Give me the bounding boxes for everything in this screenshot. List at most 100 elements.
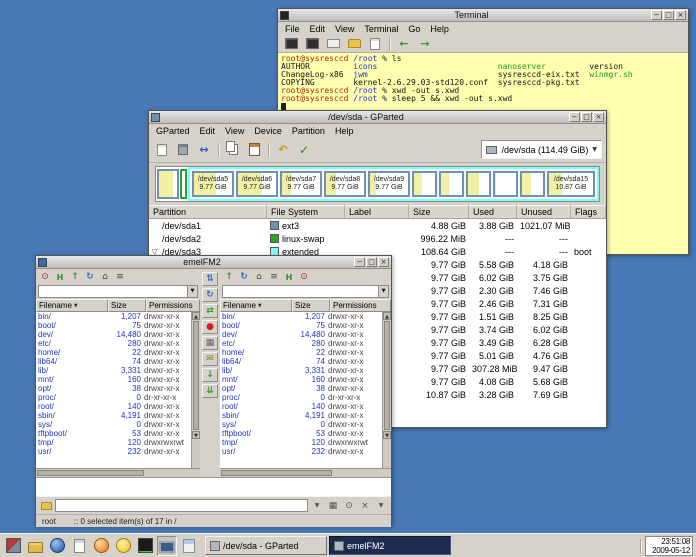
partition-block-sda6[interactable]: /dev/sda69.77 GiB: [236, 171, 278, 197]
find-icon[interactable]: ⊙: [297, 271, 311, 284]
file-row-mnt[interactable]: mnt/160drwxr-xr-x: [220, 375, 382, 384]
column-header-size[interactable]: Size: [292, 299, 330, 312]
menu-item-terminal[interactable]: Terminal: [359, 24, 403, 34]
file-row-usr[interactable]: usr/232drwxr-xr-x: [220, 447, 382, 456]
file-list-right[interactable]: bin/1,207drwxr-xr-xboot/75drwxr-xr-xdev/…: [220, 312, 382, 468]
close-button[interactable]: ×: [378, 257, 389, 267]
scroll-down-icon[interactable]: ▼: [383, 431, 391, 439]
file-row-tftpboot[interactable]: tftpboot/53drwxr-xr-x: [36, 429, 191, 438]
menu-item-edit[interactable]: Edit: [305, 24, 331, 34]
menu-item-help[interactable]: Help: [425, 24, 454, 34]
file-row-proc[interactable]: proc/0dr-xr-xr-x: [36, 393, 191, 402]
browser-icon[interactable]: [47, 536, 67, 556]
file-row-sys[interactable]: sys/0drwxr-xr-x: [220, 420, 382, 429]
file-row-boot[interactable]: boot/75drwxr-xr-x: [36, 321, 191, 330]
file-row-boot[interactable]: boot/75drwxr-xr-x: [220, 321, 382, 330]
desktop[interactable]: Terminal − □ × FileEditViewTerminalGoHel…: [0, 0, 696, 557]
menu-item-view[interactable]: View: [330, 24, 359, 34]
file-row-sys[interactable]: sys/0drwxr-xr-x: [36, 420, 191, 429]
file-row-root[interactable]: root/140drwxr-xr-x: [36, 402, 191, 411]
copy-icon[interactable]: [224, 142, 242, 158]
file-row-usr[interactable]: usr/232drwxr-xr-x: [36, 447, 191, 456]
partition-block-sda2[interactable]: [180, 169, 187, 199]
display-icon[interactable]: [157, 536, 177, 556]
close-button[interactable]: ×: [593, 112, 604, 122]
scroll-up-icon[interactable]: ▲: [192, 312, 200, 320]
file-row-home[interactable]: home/22drwxr-xr-x: [36, 348, 191, 357]
output-pane[interactable]: [36, 477, 391, 497]
terminal-titlebar[interactable]: Terminal − □ ×: [278, 9, 688, 22]
terminal-icon[interactable]: [135, 536, 155, 556]
close-button[interactable]: ×: [675, 10, 686, 20]
file-row-lib[interactable]: lib/3,331drwxr-xr-x: [36, 366, 191, 375]
swap-panes-icon[interactable]: ⇄: [202, 304, 218, 318]
new-terminal-icon[interactable]: [282, 36, 300, 52]
delete-partition-icon[interactable]: [174, 142, 192, 158]
minimize-button[interactable]: −: [651, 10, 662, 20]
paste-icon[interactable]: [245, 142, 263, 158]
list-icon[interactable]: ≡: [113, 271, 127, 284]
menu-item-edit[interactable]: Edit: [195, 126, 221, 136]
directory-combo-right[interactable]: ▼: [222, 285, 389, 298]
resize-move-icon[interactable]: ↔: [195, 142, 213, 158]
menu-item-partition[interactable]: Partition: [287, 126, 330, 136]
new-window-icon[interactable]: [303, 36, 321, 52]
gparted-titlebar[interactable]: /dev/sda - GParted − □ ×: [149, 111, 606, 124]
undo-icon[interactable]: ↶: [274, 142, 292, 158]
column-header-partition[interactable]: Partition: [149, 205, 267, 218]
stop-icon[interactable]: ●: [202, 320, 218, 334]
scrollbar-thumb[interactable]: [221, 470, 332, 476]
new-partition-icon[interactable]: [153, 142, 171, 158]
file-row-etc[interactable]: etc/280drwxr-xr-x: [220, 339, 382, 348]
device-selector[interactable]: /dev/sda (114.49 GiB) ▼: [481, 140, 602, 159]
menu-item-file[interactable]: File: [280, 24, 305, 34]
column-header-label[interactable]: Label: [345, 205, 409, 218]
file-row-proc[interactable]: proc/0dr-xr-xr-x: [220, 393, 382, 402]
document-icon[interactable]: [69, 536, 89, 556]
partition-block-sda11[interactable]: [439, 171, 464, 197]
folder-icon[interactable]: [25, 536, 45, 556]
partition-block-sda10[interactable]: [412, 171, 437, 197]
column-header-file-system[interactable]: File System: [267, 205, 345, 218]
menu-item-go[interactable]: Go: [403, 24, 425, 34]
editor-icon[interactable]: [179, 536, 199, 556]
scrollbar-thumb[interactable]: [384, 321, 390, 430]
file-row-opt[interactable]: opt/38drwxr-xr-x: [220, 384, 382, 393]
column-header-used[interactable]: Used: [469, 205, 517, 218]
column-header-size[interactable]: Size: [108, 299, 146, 312]
document-icon[interactable]: [366, 36, 384, 52]
forward-icon[interactable]: →: [416, 36, 434, 52]
scroll-sync-icon[interactable]: ⇅: [202, 272, 218, 286]
emelfm2-titlebar[interactable]: emelFM2 − □ ×: [36, 256, 391, 269]
home-icon[interactable]: ⌂: [98, 271, 112, 284]
menu-item-gparted[interactable]: GParted: [151, 126, 195, 136]
file-row-root[interactable]: root/140drwxr-xr-x: [220, 402, 382, 411]
clear-icon[interactable]: ×: [358, 499, 372, 512]
find-icon[interactable]: ⊙: [342, 499, 356, 512]
partition-row-sda2[interactable]: /dev/sda2linux-swap996.22 MiB------: [149, 232, 606, 245]
partition-block-sda13[interactable]: [493, 171, 518, 197]
partition-row-sda1[interactable]: /dev/sda1ext34.88 GiB3.88 GiB1021.07 MiB: [149, 219, 606, 232]
double-arrow-down-icon[interactable]: ⇊: [202, 384, 218, 398]
web-icon[interactable]: [91, 536, 111, 556]
maximize-button[interactable]: □: [663, 10, 674, 20]
file-row-bin[interactable]: bin/1,207drwxr-xr-x: [220, 312, 382, 321]
scroll-down-icon[interactable]: ▼: [192, 431, 200, 439]
grid-icon[interactable]: ▦: [326, 499, 340, 512]
chevron-down-icon[interactable]: ▼: [378, 286, 388, 297]
apply-icon[interactable]: ✓: [295, 142, 313, 158]
vertical-scrollbar[interactable]: ▲ ▼: [382, 312, 391, 468]
folder-icon[interactable]: [39, 499, 53, 512]
file-row-tmp[interactable]: tmp/120drwxrwxrwt: [220, 438, 382, 447]
file-row-home[interactable]: home/22drwxr-xr-x: [220, 348, 382, 357]
smiley-icon[interactable]: [113, 536, 133, 556]
find-icon[interactable]: ⊙: [38, 271, 52, 284]
grid-icon[interactable]: ▦: [202, 336, 218, 350]
scrollbar-thumb[interactable]: [37, 470, 144, 476]
horizontal-scrollbar[interactable]: [36, 468, 200, 477]
menu-item-device[interactable]: Device: [249, 126, 287, 136]
scroll-up-icon[interactable]: ▲: [383, 312, 391, 320]
minimize-button[interactable]: −: [569, 112, 580, 122]
partition-block-sda8[interactable]: /dev/sda89.77 GiB: [324, 171, 366, 197]
column-header-filename[interactable]: Filename▼: [36, 299, 108, 312]
